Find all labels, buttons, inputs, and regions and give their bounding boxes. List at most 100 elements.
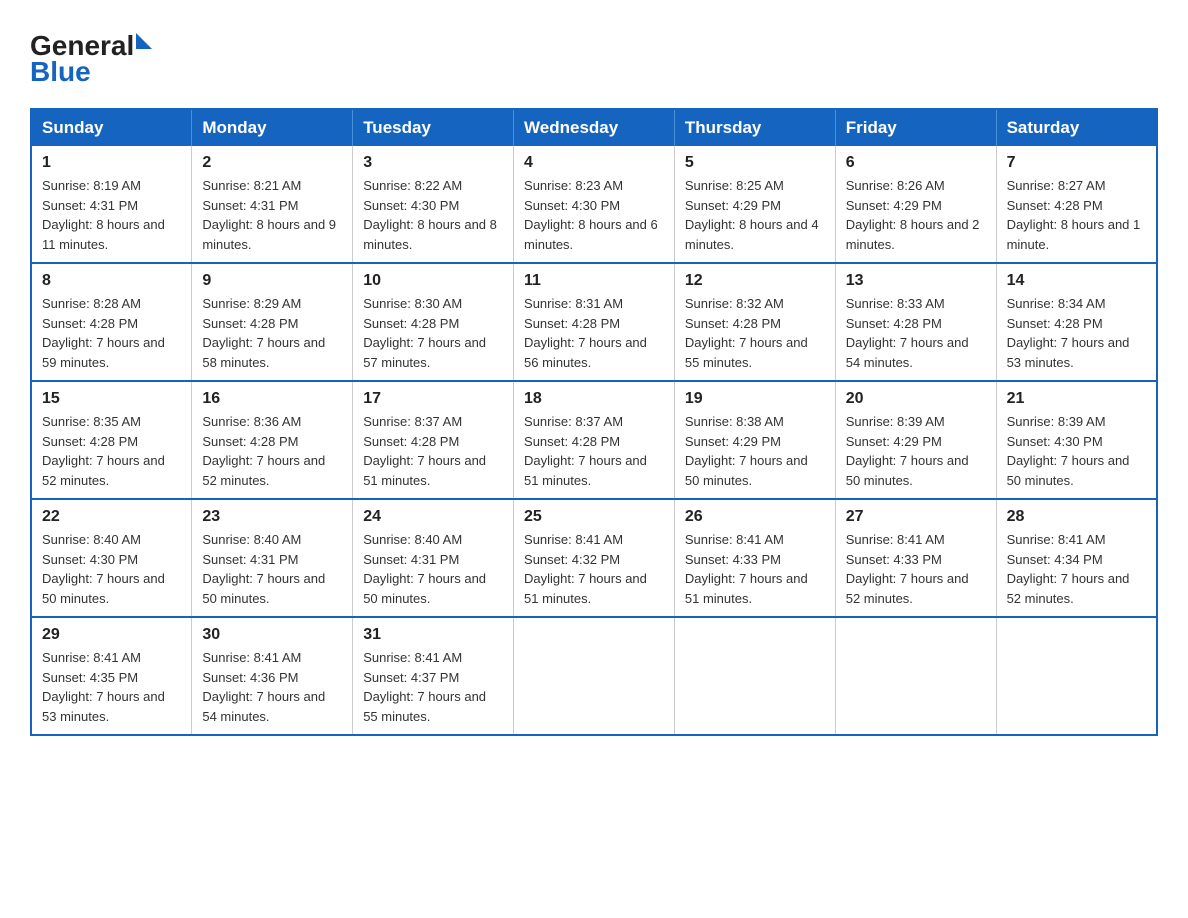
day-info: Sunrise: 8:37 AM Sunset: 4:28 PM Dayligh… (524, 412, 664, 490)
day-info: Sunrise: 8:40 AM Sunset: 4:31 PM Dayligh… (363, 530, 503, 608)
day-info: Sunrise: 8:37 AM Sunset: 4:28 PM Dayligh… (363, 412, 503, 490)
calendar-header-sunday: Sunday (31, 109, 192, 146)
day-number: 30 (202, 626, 342, 644)
calendar-cell: 15 Sunrise: 8:35 AM Sunset: 4:28 PM Dayl… (31, 381, 192, 499)
day-number: 21 (1007, 390, 1146, 408)
day-number: 10 (363, 272, 503, 290)
calendar-cell: 3 Sunrise: 8:22 AM Sunset: 4:30 PM Dayli… (353, 146, 514, 263)
day-number: 8 (42, 272, 181, 290)
day-info: Sunrise: 8:41 AM Sunset: 4:37 PM Dayligh… (363, 648, 503, 726)
day-number: 1 (42, 154, 181, 172)
calendar-header-saturday: Saturday (996, 109, 1157, 146)
calendar-cell (835, 617, 996, 735)
day-number: 23 (202, 508, 342, 526)
day-info: Sunrise: 8:29 AM Sunset: 4:28 PM Dayligh… (202, 294, 342, 372)
day-number: 31 (363, 626, 503, 644)
calendar-header-tuesday: Tuesday (353, 109, 514, 146)
calendar-cell: 28 Sunrise: 8:41 AM Sunset: 4:34 PM Dayl… (996, 499, 1157, 617)
day-info: Sunrise: 8:41 AM Sunset: 4:33 PM Dayligh… (685, 530, 825, 608)
calendar-cell: 17 Sunrise: 8:37 AM Sunset: 4:28 PM Dayl… (353, 381, 514, 499)
day-number: 19 (685, 390, 825, 408)
calendar-cell (996, 617, 1157, 735)
calendar-week-row: 8 Sunrise: 8:28 AM Sunset: 4:28 PM Dayli… (31, 263, 1157, 381)
day-info: Sunrise: 8:25 AM Sunset: 4:29 PM Dayligh… (685, 176, 825, 254)
calendar-cell: 5 Sunrise: 8:25 AM Sunset: 4:29 PM Dayli… (674, 146, 835, 263)
day-number: 3 (363, 154, 503, 172)
day-number: 5 (685, 154, 825, 172)
day-info: Sunrise: 8:41 AM Sunset: 4:33 PM Dayligh… (846, 530, 986, 608)
day-info: Sunrise: 8:38 AM Sunset: 4:29 PM Dayligh… (685, 412, 825, 490)
calendar-cell: 26 Sunrise: 8:41 AM Sunset: 4:33 PM Dayl… (674, 499, 835, 617)
calendar-cell: 16 Sunrise: 8:36 AM Sunset: 4:28 PM Dayl… (192, 381, 353, 499)
calendar-cell: 11 Sunrise: 8:31 AM Sunset: 4:28 PM Dayl… (514, 263, 675, 381)
calendar-cell (674, 617, 835, 735)
day-number: 13 (846, 272, 986, 290)
day-number: 11 (524, 272, 664, 290)
day-number: 4 (524, 154, 664, 172)
calendar-cell: 6 Sunrise: 8:26 AM Sunset: 4:29 PM Dayli… (835, 146, 996, 263)
calendar-cell: 4 Sunrise: 8:23 AM Sunset: 4:30 PM Dayli… (514, 146, 675, 263)
day-info: Sunrise: 8:26 AM Sunset: 4:29 PM Dayligh… (846, 176, 986, 254)
day-number: 14 (1007, 272, 1146, 290)
calendar-cell: 12 Sunrise: 8:32 AM Sunset: 4:28 PM Dayl… (674, 263, 835, 381)
calendar-cell (514, 617, 675, 735)
day-info: Sunrise: 8:28 AM Sunset: 4:28 PM Dayligh… (42, 294, 181, 372)
calendar-cell: 24 Sunrise: 8:40 AM Sunset: 4:31 PM Dayl… (353, 499, 514, 617)
calendar-cell: 31 Sunrise: 8:41 AM Sunset: 4:37 PM Dayl… (353, 617, 514, 735)
calendar-cell: 7 Sunrise: 8:27 AM Sunset: 4:28 PM Dayli… (996, 146, 1157, 263)
calendar-cell: 21 Sunrise: 8:39 AM Sunset: 4:30 PM Dayl… (996, 381, 1157, 499)
calendar-table: SundayMondayTuesdayWednesdayThursdayFrid… (30, 108, 1158, 736)
calendar-header-friday: Friday (835, 109, 996, 146)
day-number: 29 (42, 626, 181, 644)
day-number: 24 (363, 508, 503, 526)
day-number: 2 (202, 154, 342, 172)
day-info: Sunrise: 8:36 AM Sunset: 4:28 PM Dayligh… (202, 412, 342, 490)
day-info: Sunrise: 8:41 AM Sunset: 4:36 PM Dayligh… (202, 648, 342, 726)
calendar-cell: 20 Sunrise: 8:39 AM Sunset: 4:29 PM Dayl… (835, 381, 996, 499)
calendar-cell: 23 Sunrise: 8:40 AM Sunset: 4:31 PM Dayl… (192, 499, 353, 617)
logo-triangle-icon (136, 33, 152, 49)
calendar-cell: 1 Sunrise: 8:19 AM Sunset: 4:31 PM Dayli… (31, 146, 192, 263)
calendar-cell: 25 Sunrise: 8:41 AM Sunset: 4:32 PM Dayl… (514, 499, 675, 617)
page-header: General Blue (30, 20, 1158, 88)
calendar-cell: 14 Sunrise: 8:34 AM Sunset: 4:28 PM Dayl… (996, 263, 1157, 381)
calendar-cell: 8 Sunrise: 8:28 AM Sunset: 4:28 PM Dayli… (31, 263, 192, 381)
calendar-cell: 30 Sunrise: 8:41 AM Sunset: 4:36 PM Dayl… (192, 617, 353, 735)
day-info: Sunrise: 8:31 AM Sunset: 4:28 PM Dayligh… (524, 294, 664, 372)
day-number: 25 (524, 508, 664, 526)
day-info: Sunrise: 8:34 AM Sunset: 4:28 PM Dayligh… (1007, 294, 1146, 372)
day-info: Sunrise: 8:33 AM Sunset: 4:28 PM Dayligh… (846, 294, 986, 372)
calendar-week-row: 15 Sunrise: 8:35 AM Sunset: 4:28 PM Dayl… (31, 381, 1157, 499)
logo-blue-text: Blue (30, 56, 91, 88)
day-number: 12 (685, 272, 825, 290)
calendar-cell: 10 Sunrise: 8:30 AM Sunset: 4:28 PM Dayl… (353, 263, 514, 381)
day-info: Sunrise: 8:35 AM Sunset: 4:28 PM Dayligh… (42, 412, 181, 490)
day-number: 17 (363, 390, 503, 408)
calendar-week-row: 22 Sunrise: 8:40 AM Sunset: 4:30 PM Dayl… (31, 499, 1157, 617)
day-number: 26 (685, 508, 825, 526)
day-number: 27 (846, 508, 986, 526)
calendar-cell: 19 Sunrise: 8:38 AM Sunset: 4:29 PM Dayl… (674, 381, 835, 499)
calendar-week-row: 1 Sunrise: 8:19 AM Sunset: 4:31 PM Dayli… (31, 146, 1157, 263)
day-info: Sunrise: 8:32 AM Sunset: 4:28 PM Dayligh… (685, 294, 825, 372)
day-info: Sunrise: 8:39 AM Sunset: 4:30 PM Dayligh… (1007, 412, 1146, 490)
day-info: Sunrise: 8:23 AM Sunset: 4:30 PM Dayligh… (524, 176, 664, 254)
day-number: 16 (202, 390, 342, 408)
calendar-header-wednesday: Wednesday (514, 109, 675, 146)
day-number: 15 (42, 390, 181, 408)
day-info: Sunrise: 8:27 AM Sunset: 4:28 PM Dayligh… (1007, 176, 1146, 254)
calendar-cell: 13 Sunrise: 8:33 AM Sunset: 4:28 PM Dayl… (835, 263, 996, 381)
day-info: Sunrise: 8:40 AM Sunset: 4:30 PM Dayligh… (42, 530, 181, 608)
day-info: Sunrise: 8:41 AM Sunset: 4:32 PM Dayligh… (524, 530, 664, 608)
day-info: Sunrise: 8:21 AM Sunset: 4:31 PM Dayligh… (202, 176, 342, 254)
calendar-cell: 2 Sunrise: 8:21 AM Sunset: 4:31 PM Dayli… (192, 146, 353, 263)
calendar-cell: 27 Sunrise: 8:41 AM Sunset: 4:33 PM Dayl… (835, 499, 996, 617)
day-number: 28 (1007, 508, 1146, 526)
calendar-cell: 9 Sunrise: 8:29 AM Sunset: 4:28 PM Dayli… (192, 263, 353, 381)
day-info: Sunrise: 8:41 AM Sunset: 4:35 PM Dayligh… (42, 648, 181, 726)
calendar-header-thursday: Thursday (674, 109, 835, 146)
day-info: Sunrise: 8:41 AM Sunset: 4:34 PM Dayligh… (1007, 530, 1146, 608)
day-number: 18 (524, 390, 664, 408)
day-info: Sunrise: 8:30 AM Sunset: 4:28 PM Dayligh… (363, 294, 503, 372)
calendar-cell: 29 Sunrise: 8:41 AM Sunset: 4:35 PM Dayl… (31, 617, 192, 735)
